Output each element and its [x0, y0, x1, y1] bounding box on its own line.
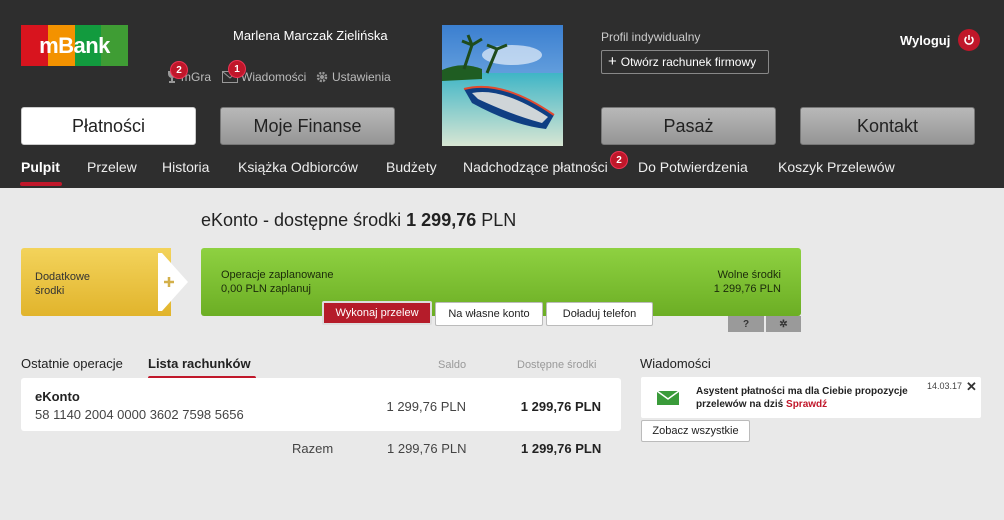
main-nav-platnosci[interactable]: Płatności	[21, 107, 196, 145]
envelope-icon	[656, 390, 680, 405]
main-nav-pasaz[interactable]: Pasaż	[601, 107, 776, 145]
messages-title: Wiadomości	[640, 356, 711, 371]
additional-funds-line2: środki	[35, 285, 65, 297]
open-business-label: Otwórz rachunek firmowy	[620, 55, 757, 69]
ekonto-currency: PLN	[481, 210, 517, 230]
make-transfer-button[interactable]: Wykonaj przelew	[322, 301, 432, 325]
col-available-header: Dostępne środki	[517, 359, 597, 371]
main-nav-moje-finanse[interactable]: Moje Finanse	[220, 107, 395, 145]
ekonto-title-prefix: eKonto - dostępne środki	[201, 210, 402, 230]
ekonto-title: eKonto - dostępne środki 1 299,76 PLN	[201, 210, 516, 231]
sub-nav-przelew[interactable]: Przelew	[87, 159, 137, 175]
sub-nav-ksiazka[interactable]: Książka Odbiorców	[238, 159, 358, 175]
sub-nav-koszyk[interactable]: Koszyk Przelewów	[778, 159, 895, 175]
message-item[interactable]: Asystent płatności ma dla Ciebie propozy…	[641, 377, 981, 418]
main-nav-kontakt[interactable]: Kontakt	[800, 107, 975, 145]
mgra-badge: 2	[170, 61, 188, 79]
profile-photo	[442, 25, 563, 146]
close-icon[interactable]: ✕	[966, 379, 977, 395]
plus-icon: +	[608, 53, 617, 70]
sub-nav-pulpit[interactable]: Pulpit	[21, 159, 60, 175]
open-business-account-button[interactable]: + Otwórz rachunek firmowy	[601, 50, 769, 74]
message-link[interactable]: Sprawdź	[786, 399, 827, 410]
account-name: eKonto	[35, 389, 80, 404]
sub-nav-nadchodzace[interactable]: Nadchodzące płatności	[463, 159, 608, 175]
total-available: 1 299,76 PLN	[521, 441, 602, 456]
account-settings-button[interactable]: ✲	[766, 316, 801, 332]
mbank-logo[interactable]: mBank	[21, 25, 128, 66]
messages-badge: 1	[228, 60, 246, 78]
logout-link[interactable]: Wyloguj	[900, 33, 950, 48]
power-icon[interactable]	[958, 29, 980, 51]
own-account-button[interactable]: Na własne konto	[435, 302, 543, 326]
profile-label: Profil indywidualny	[601, 30, 701, 44]
sub-nav-budzety[interactable]: Budżety	[386, 159, 437, 175]
sub-nav-historia[interactable]: Historia	[162, 159, 209, 175]
messages-label: Wiadomości	[241, 70, 307, 84]
plus-arrow-icon[interactable]	[158, 253, 188, 311]
account-saldo: 1 299,76 PLN	[386, 399, 466, 414]
total-label: Razem	[292, 441, 334, 456]
additional-funds-box[interactable]: Dodatkowe środki	[21, 248, 171, 316]
gear-icon	[316, 71, 328, 83]
tab-account-list[interactable]: Lista rachunków	[148, 356, 251, 371]
sub-nav-do-potwierdzenia[interactable]: Do Potwierdzenia	[638, 159, 748, 175]
settings-link[interactable]: Ustawienia	[315, 70, 391, 84]
settings-label: Ustawienia	[332, 70, 391, 84]
logo-text: mBank	[39, 32, 110, 58]
message-date: 14.03.17	[927, 381, 963, 391]
free-funds-value: 1 299,76 PLN	[713, 283, 781, 295]
ekonto-amount: 1 299,76	[406, 210, 477, 230]
free-funds-label: Wolne środki	[717, 269, 781, 281]
tab-recent-operations[interactable]: Ostatnie operacje	[21, 356, 123, 371]
help-button[interactable]: ?	[728, 316, 764, 332]
account-number: 58 1140 2004 0000 3602 7598 5656	[35, 407, 244, 422]
see-all-messages-button[interactable]: Zobacz wszystkie	[641, 420, 750, 442]
planned-value[interactable]: 0,00 PLN zaplanuj	[221, 282, 334, 296]
header: mBank Marlena Marczak Zielińska mGra 2 W…	[0, 0, 1004, 188]
user-name: Marlena Marczak Zielińska	[233, 28, 388, 43]
top-up-phone-button[interactable]: Doładuj telefon	[546, 302, 653, 326]
upcoming-badge: 2	[610, 151, 628, 169]
account-available: 1 299,76 PLN	[520, 399, 601, 414]
active-tab-indicator	[20, 182, 62, 186]
additional-funds-line1: Dodatkowe	[35, 271, 91, 283]
total-saldo: 1 299,76 PLN	[387, 441, 467, 456]
col-saldo-header: Saldo	[438, 359, 467, 371]
planned-label: Operacje zaplanowane	[221, 269, 334, 281]
account-row[interactable]: eKonto 58 1140 2004 0000 3602 7598 5656 …	[21, 378, 621, 431]
